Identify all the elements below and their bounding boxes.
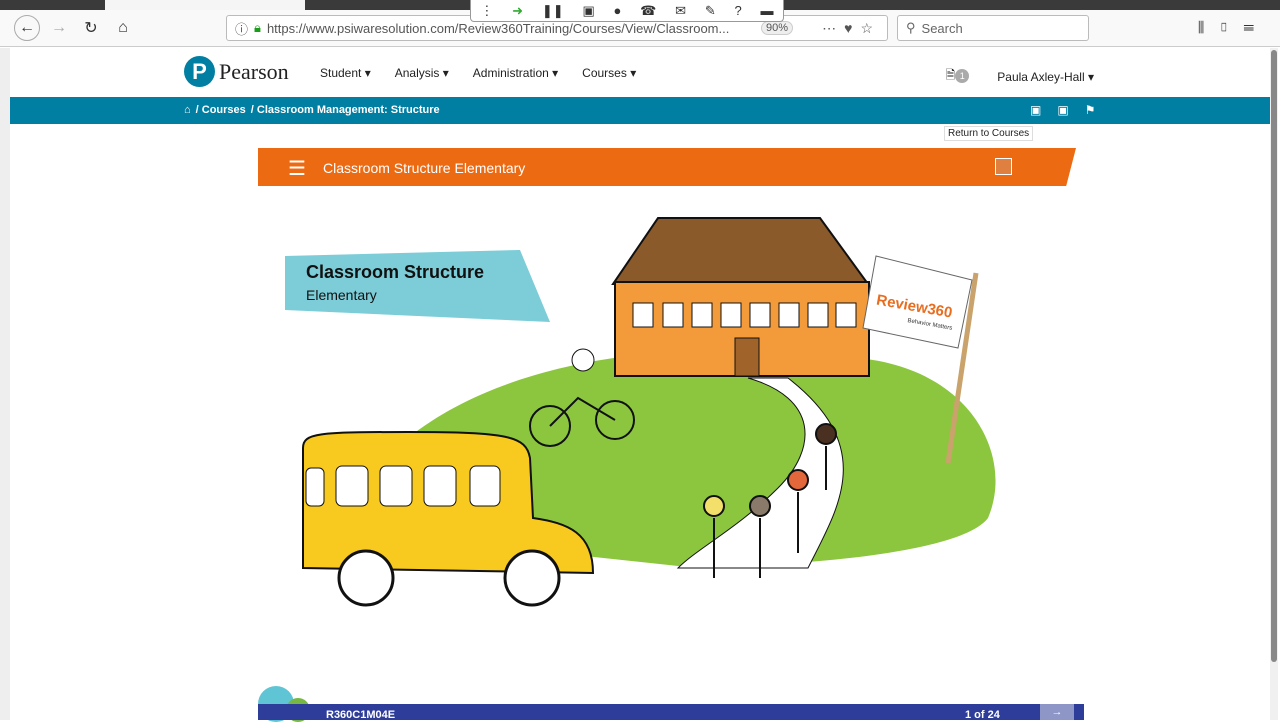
roof <box>611 217 870 285</box>
bus-wheel <box>337 549 395 607</box>
pause-icon[interactable]: ❚❚ <box>542 3 564 19</box>
calendar-check-icon[interactable]: ▣ <box>1030 103 1041 117</box>
title-banner <box>285 250 550 322</box>
home-icon[interactable]: ⌂ <box>184 104 191 116</box>
tooltip: Return to Courses <box>944 126 1034 141</box>
breadcrumb-courses[interactable]: / Courses <box>196 104 246 116</box>
resources-icon[interactable] <box>995 158 1012 175</box>
floating-toolbar: ⋮ ➜ ❚❚ ▣ ● ☎ ✉ ✎? ▬ <box>470 0 784 22</box>
home-button[interactable]: ⌂ <box>110 15 136 41</box>
hamburger-menu-icon[interactable]: ☰ <box>288 156 306 181</box>
back-button[interactable]: ← <box>14 15 40 41</box>
help-icon[interactable]: ? <box>735 3 742 18</box>
notifications-button[interactable]: 🗎︎ 1 <box>946 66 970 87</box>
course-code: R360C1M04E <box>326 709 396 721</box>
minimize-icon[interactable]: ▬ <box>761 3 774 18</box>
cyclist-head <box>571 348 595 372</box>
chat-icon[interactable]: ✉ <box>675 3 686 19</box>
bus-wheel <box>503 549 561 607</box>
menu-student[interactable]: Student ▾ <box>320 66 371 80</box>
zoom-level[interactable]: 90% <box>760 21 793 35</box>
forward-button[interactable]: → <box>46 15 72 41</box>
next-button[interactable]: → <box>1040 704 1074 720</box>
more-icon[interactable]: ⋮ <box>480 3 493 19</box>
site-header: P Pearson Student ▾ Analysis ▾ Administra… <box>10 48 1270 97</box>
menu-analysis[interactable]: Analysis ▾ <box>395 66 449 80</box>
pen-icon[interactable]: ✎ <box>705 3 716 19</box>
lock-icon: 🔒︎ <box>254 20 261 35</box>
player-header: ☰ Classroom Structure Elementary <box>258 148 1076 186</box>
back-arrow-icon[interactable]: ➜ <box>512 3 523 19</box>
page-actions-icon[interactable]: ⋯♥☆ <box>822 20 881 37</box>
course-player: ☰ Classroom Structure Elementary Classro… <box>258 148 1084 722</box>
slide-subtitle: Elementary <box>306 287 377 303</box>
player-footer: R360C1M04E 1 of 24 → <box>258 704 1084 721</box>
screen-icon[interactable]: ▣ <box>582 3 594 19</box>
breadcrumb-current: / Classroom Management: Structure <box>250 104 440 116</box>
player-title: Classroom Structure Elementary <box>323 160 526 176</box>
info-icon[interactable]: ⓘ <box>235 19 248 38</box>
pearson-logo[interactable]: P Pearson <box>184 56 289 87</box>
library-sidebar-menu-icons[interactable]: ⫼▯☰ <box>1198 19 1268 36</box>
window-edge <box>0 48 10 720</box>
menu-courses[interactable]: Courses ▾ <box>582 66 636 80</box>
slide-title: Classroom Structure <box>306 262 484 282</box>
notification-count: 1 <box>955 69 970 83</box>
calendar-check-icon-2[interactable]: ▣ <box>1057 103 1068 117</box>
url-text: https://www.psiwaresolution.com/Review36… <box>266 20 730 36</box>
slide-illustration: Classroom Structure Elementary Review360… <box>285 217 996 607</box>
phone-icon[interactable]: ☎ <box>640 3 656 19</box>
breadcrumb: ⌂ / Courses / Classroom Management: Stru… <box>184 104 440 116</box>
search-icon: ⚲ <box>906 20 916 35</box>
page-indicator: 1 of 24 <box>965 709 1000 721</box>
active-tab[interactable] <box>105 0 305 10</box>
search-input[interactable]: ⚲ Search <box>897 15 1089 41</box>
reload-button[interactable]: ↻ <box>78 15 104 41</box>
menu-administration[interactable]: Administration ▾ <box>473 66 558 80</box>
main-menu: Student ▾ Analysis ▾ Administration ▾ Co… <box>320 66 636 80</box>
camera-icon[interactable]: ● <box>614 3 622 18</box>
school-door <box>734 337 760 377</box>
user-menu[interactable]: Paula Axley-Hall ▾ <box>997 70 1094 84</box>
breadcrumb-bar: ⌂ / Courses / Classroom Management: Stru… <box>10 97 1270 124</box>
flag-icon[interactable]: ⚑ <box>1085 103 1096 117</box>
scrollbar[interactable] <box>1270 48 1278 720</box>
